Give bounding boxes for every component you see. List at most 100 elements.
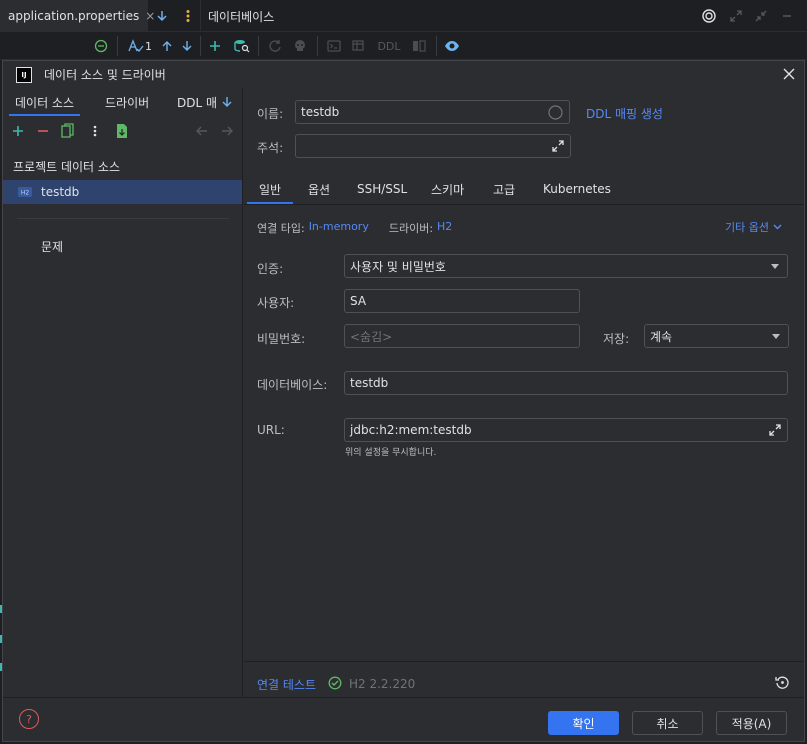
expand-icon[interactable]: [727, 0, 745, 32]
data-source-item-testdb[interactable]: H2 testdb: [3, 180, 242, 204]
apply-button[interactable]: 적용(A): [716, 711, 787, 735]
help-icon[interactable]: ?: [19, 709, 39, 729]
connection-type-row: 연결 타입: In-memory 드라이버: H2: [257, 220, 452, 236]
minimize-icon[interactable]: [778, 0, 796, 32]
intellij-logo: IJ: [16, 66, 32, 83]
more-options-link[interactable]: 기타 옵션: [725, 219, 782, 235]
data-sources-dialog: IJ 데이터 소스 및 드라이버 데이터 소스 드라이버 DDL 매 프로젝트 …: [2, 60, 805, 742]
editor-tab-label: application.properties: [8, 9, 140, 23]
target-icon[interactable]: [700, 0, 718, 32]
auth-value: 사용자 및 비밀번호: [350, 259, 446, 274]
arrow-down-icon[interactable]: [178, 32, 196, 60]
chevron-down-icon: [772, 334, 780, 339]
expand-url-icon[interactable]: [769, 424, 781, 436]
database-value: testdb: [350, 376, 389, 390]
comment-input[interactable]: [295, 134, 571, 158]
database-label: 데이터베이스:: [257, 378, 328, 392]
minus-circle-icon[interactable]: [92, 32, 110, 60]
password-label: 비밀번호:: [257, 332, 306, 346]
color-picker-icon[interactable]: [548, 105, 563, 120]
back-arrow-icon[interactable]: [196, 126, 208, 136]
user-label: 사용자:: [257, 296, 295, 310]
editor-tab-bar: application.properties × 데이터베이스: [0, 0, 807, 32]
add-icon[interactable]: [206, 32, 224, 60]
chevron-down-icon: [771, 264, 779, 269]
driver-value[interactable]: H2: [437, 220, 452, 236]
dialog-footer: ? 확인 취소 적용(A): [3, 697, 804, 741]
diff-icon[interactable]: [410, 32, 428, 60]
skull-icon[interactable]: [291, 32, 309, 60]
dialog-title-bar: IJ 데이터 소스 및 드라이버: [3, 61, 804, 88]
import-icon[interactable]: [115, 123, 129, 139]
ddl-button[interactable]: DDL: [376, 32, 402, 60]
password-placeholder: <숨김>: [350, 329, 393, 344]
user-value: SA: [350, 294, 367, 308]
collapse-icon[interactable]: [752, 0, 770, 32]
auth-label: 인증:: [257, 262, 284, 276]
add-data-source-icon[interactable]: [12, 125, 24, 137]
more-options-label: 기타 옵션: [725, 221, 769, 234]
more-vertical-icon[interactable]: [180, 0, 196, 32]
reset-icon[interactable]: [775, 675, 790, 690]
url-label: URL:: [257, 423, 285, 437]
forward-arrow-icon[interactable]: [221, 126, 233, 136]
database-input[interactable]: testdb: [344, 371, 788, 395]
data-source-settings: 이름: testdb DDL 매핑 생성 주석: 일반 옵션 SSH/SSL 스…: [244, 88, 804, 697]
name-value: testdb: [301, 105, 340, 119]
inspection-count: 1: [145, 39, 152, 53]
tab-options[interactable]: 옵션: [308, 174, 330, 204]
tab-general[interactable]: 일반: [246, 174, 294, 204]
left-panel: 데이터 소스 드라이버 DDL 매 프로젝트 데이터 소스 H2 testdb …: [3, 88, 243, 697]
connection-type-label: 연결 타입:: [257, 222, 305, 235]
test-connection-link[interactable]: 연결 테스트: [257, 676, 316, 693]
problems-item[interactable]: 문제: [41, 238, 63, 255]
database-tool-window-title: 데이터베이스: [208, 9, 275, 24]
close-dialog-icon[interactable]: [782, 67, 796, 81]
name-input[interactable]: testdb: [295, 100, 570, 124]
url-hint: 위의 설정을 무시합니다.: [345, 448, 437, 458]
data-source-name: testdb: [41, 185, 80, 199]
url-input[interactable]: jdbc:h2:mem:testdb: [344, 418, 788, 442]
expand-comment-icon[interactable]: [552, 140, 564, 152]
tabs-overflow-icon[interactable]: [221, 95, 233, 109]
more-actions-icon[interactable]: [93, 125, 97, 137]
refresh-icon[interactable]: [266, 32, 284, 60]
tab-kubernetes[interactable]: Kubernetes: [543, 174, 611, 204]
tab-data-sources[interactable]: 데이터 소스: [8, 88, 81, 116]
connection-type-value[interactable]: In-memory: [309, 220, 369, 236]
svg-text:H2: H2: [21, 190, 30, 197]
user-input[interactable]: SA: [344, 289, 580, 313]
arrow-up-icon[interactable]: [158, 32, 176, 60]
inspection-widget[interactable]: 1: [126, 32, 154, 60]
driver-label: 드라이버:: [388, 222, 434, 235]
remove-data-source-icon[interactable]: [37, 125, 49, 137]
ok-button[interactable]: 확인: [548, 711, 619, 735]
tab-advanced[interactable]: 고급: [493, 174, 515, 204]
h2-database-icon: H2: [17, 186, 33, 198]
arrow-down-icon[interactable]: [152, 0, 172, 32]
auth-select[interactable]: 사용자 및 비밀번호: [344, 254, 788, 278]
password-input[interactable]: <숨김>: [344, 324, 580, 348]
comment-label: 주석:: [257, 141, 284, 155]
tab-schemas[interactable]: 스키마: [431, 174, 464, 204]
console-icon[interactable]: [325, 32, 343, 60]
eye-icon[interactable]: [443, 32, 461, 60]
divider: [244, 661, 804, 662]
save-password-value: 계속: [650, 329, 673, 344]
check-circle-icon: [328, 676, 342, 690]
settings-tabs: 일반 옵션 SSH/SSL 스키마 고급 Kubernetes: [244, 174, 804, 205]
ddl-mapping-link[interactable]: DDL 매핑 생성: [586, 105, 663, 122]
dialog-title: 데이터 소스 및 드라이버: [44, 68, 166, 82]
database-search-icon[interactable]: [232, 32, 252, 60]
editor-tab-application-properties[interactable]: application.properties ×: [0, 0, 155, 32]
project-data-sources-heading: 프로젝트 데이터 소스: [13, 160, 120, 174]
save-password-select[interactable]: 계속: [644, 324, 789, 348]
duplicate-icon[interactable]: [61, 123, 75, 139]
divider: [17, 218, 229, 219]
table-edit-icon[interactable]: [350, 32, 368, 60]
tab-ssh-ssl[interactable]: SSH/SSL: [357, 174, 407, 204]
tab-ddl-mappings[interactable]: DDL 매: [177, 88, 219, 116]
name-label: 이름:: [257, 107, 284, 121]
tab-drivers[interactable]: 드라이버: [105, 88, 149, 116]
cancel-button[interactable]: 취소: [632, 711, 703, 735]
